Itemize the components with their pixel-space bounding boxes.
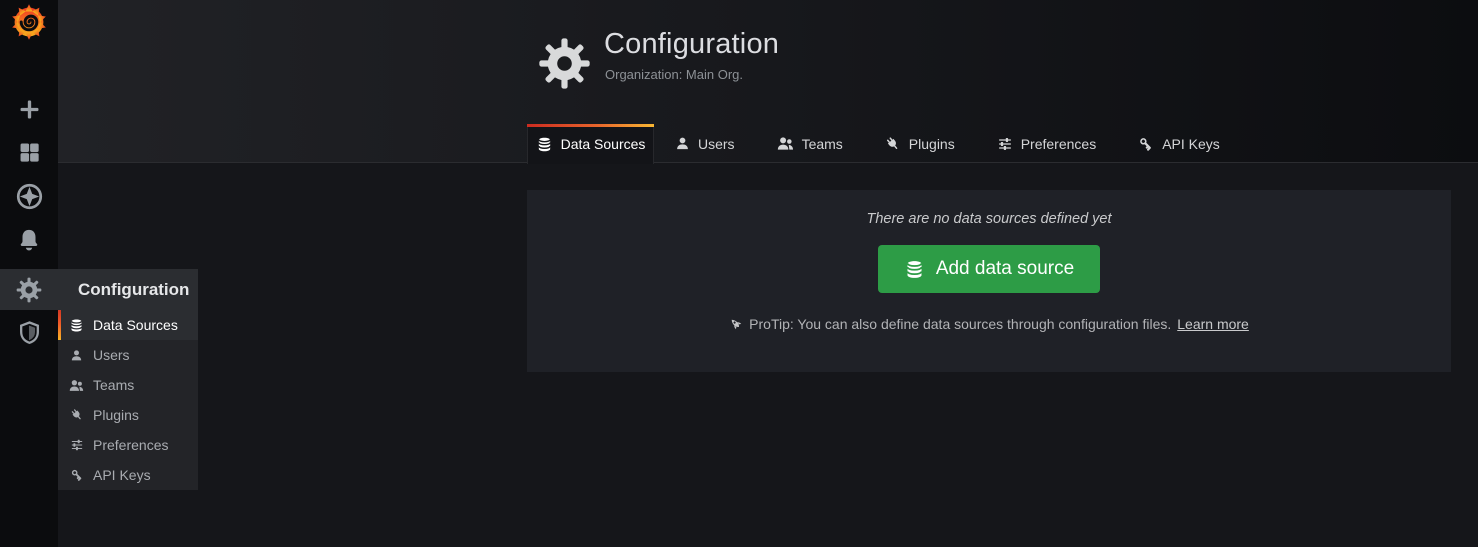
sidebar-item-alerting[interactable] [0, 219, 58, 261]
database-icon [69, 318, 84, 333]
tab-preferences[interactable]: Preferences [976, 124, 1117, 163]
configuration-flyout-menu: Configuration Data Sources Users Teams P… [58, 269, 198, 490]
page-subtitle: Organization: Main Org. [605, 67, 743, 82]
sidebar-item-create[interactable] [0, 88, 58, 130]
flyout-item-preferences[interactable]: Preferences [58, 430, 198, 460]
bell-icon [16, 227, 42, 253]
learn-more-link[interactable]: Learn more [1177, 316, 1249, 332]
sidebar-item-dashboards[interactable] [0, 131, 58, 173]
flyout-item-plugins[interactable]: Plugins [58, 400, 198, 430]
protip-text: ProTip: You can also define data sources… [749, 316, 1171, 332]
gear-icon [16, 277, 42, 303]
flyout-item-users[interactable]: Users [58, 340, 198, 370]
compass-icon [16, 183, 43, 210]
empty-list-panel: There are no data sources defined yet Ad… [527, 190, 1451, 372]
tab-plugins[interactable]: Plugins [864, 124, 976, 163]
rocket-icon [729, 317, 743, 331]
database-icon [536, 136, 553, 153]
shield-icon [17, 320, 42, 345]
flyout-item-teams[interactable]: Teams [58, 370, 198, 400]
tab-bar: Data Sources Users Teams Plugins Prefere… [527, 124, 1241, 163]
sliders-icon [997, 136, 1013, 152]
key-icon [1138, 136, 1154, 152]
plug-icon [69, 408, 84, 422]
sidebar [0, 0, 58, 547]
plus-icon [17, 97, 42, 122]
tab-api-keys[interactable]: API Keys [1117, 124, 1241, 163]
tab-data-sources[interactable]: Data Sources [527, 124, 654, 164]
flyout-item-data-sources[interactable]: Data Sources [58, 310, 198, 340]
sliders-icon [69, 438, 84, 452]
sidebar-item-explore[interactable] [0, 175, 58, 217]
protip: ProTip: You can also define data sources… [729, 316, 1249, 332]
tab-teams[interactable]: Teams [756, 124, 864, 163]
flyout-item-api-keys[interactable]: API Keys [58, 460, 198, 490]
apps-icon [17, 140, 42, 165]
sidebar-item-server-admin[interactable] [0, 311, 58, 353]
users-icon [69, 378, 84, 393]
user-icon [675, 136, 690, 151]
flyout-title[interactable]: Configuration [58, 269, 198, 310]
user-icon [69, 349, 84, 362]
page-title: Configuration [604, 28, 779, 61]
tab-users[interactable]: Users [654, 124, 756, 163]
plug-icon [885, 136, 901, 152]
key-icon [69, 468, 84, 482]
sidebar-item-configuration[interactable] [0, 269, 58, 310]
add-data-source-button[interactable]: Add data source [878, 245, 1100, 293]
gear-icon [538, 37, 591, 95]
users-icon [777, 135, 794, 152]
active-tab-accent [527, 124, 654, 127]
grafana-logo[interactable] [0, 2, 58, 42]
database-icon [904, 259, 925, 280]
empty-state-message: There are no data sources defined yet [866, 211, 1111, 227]
